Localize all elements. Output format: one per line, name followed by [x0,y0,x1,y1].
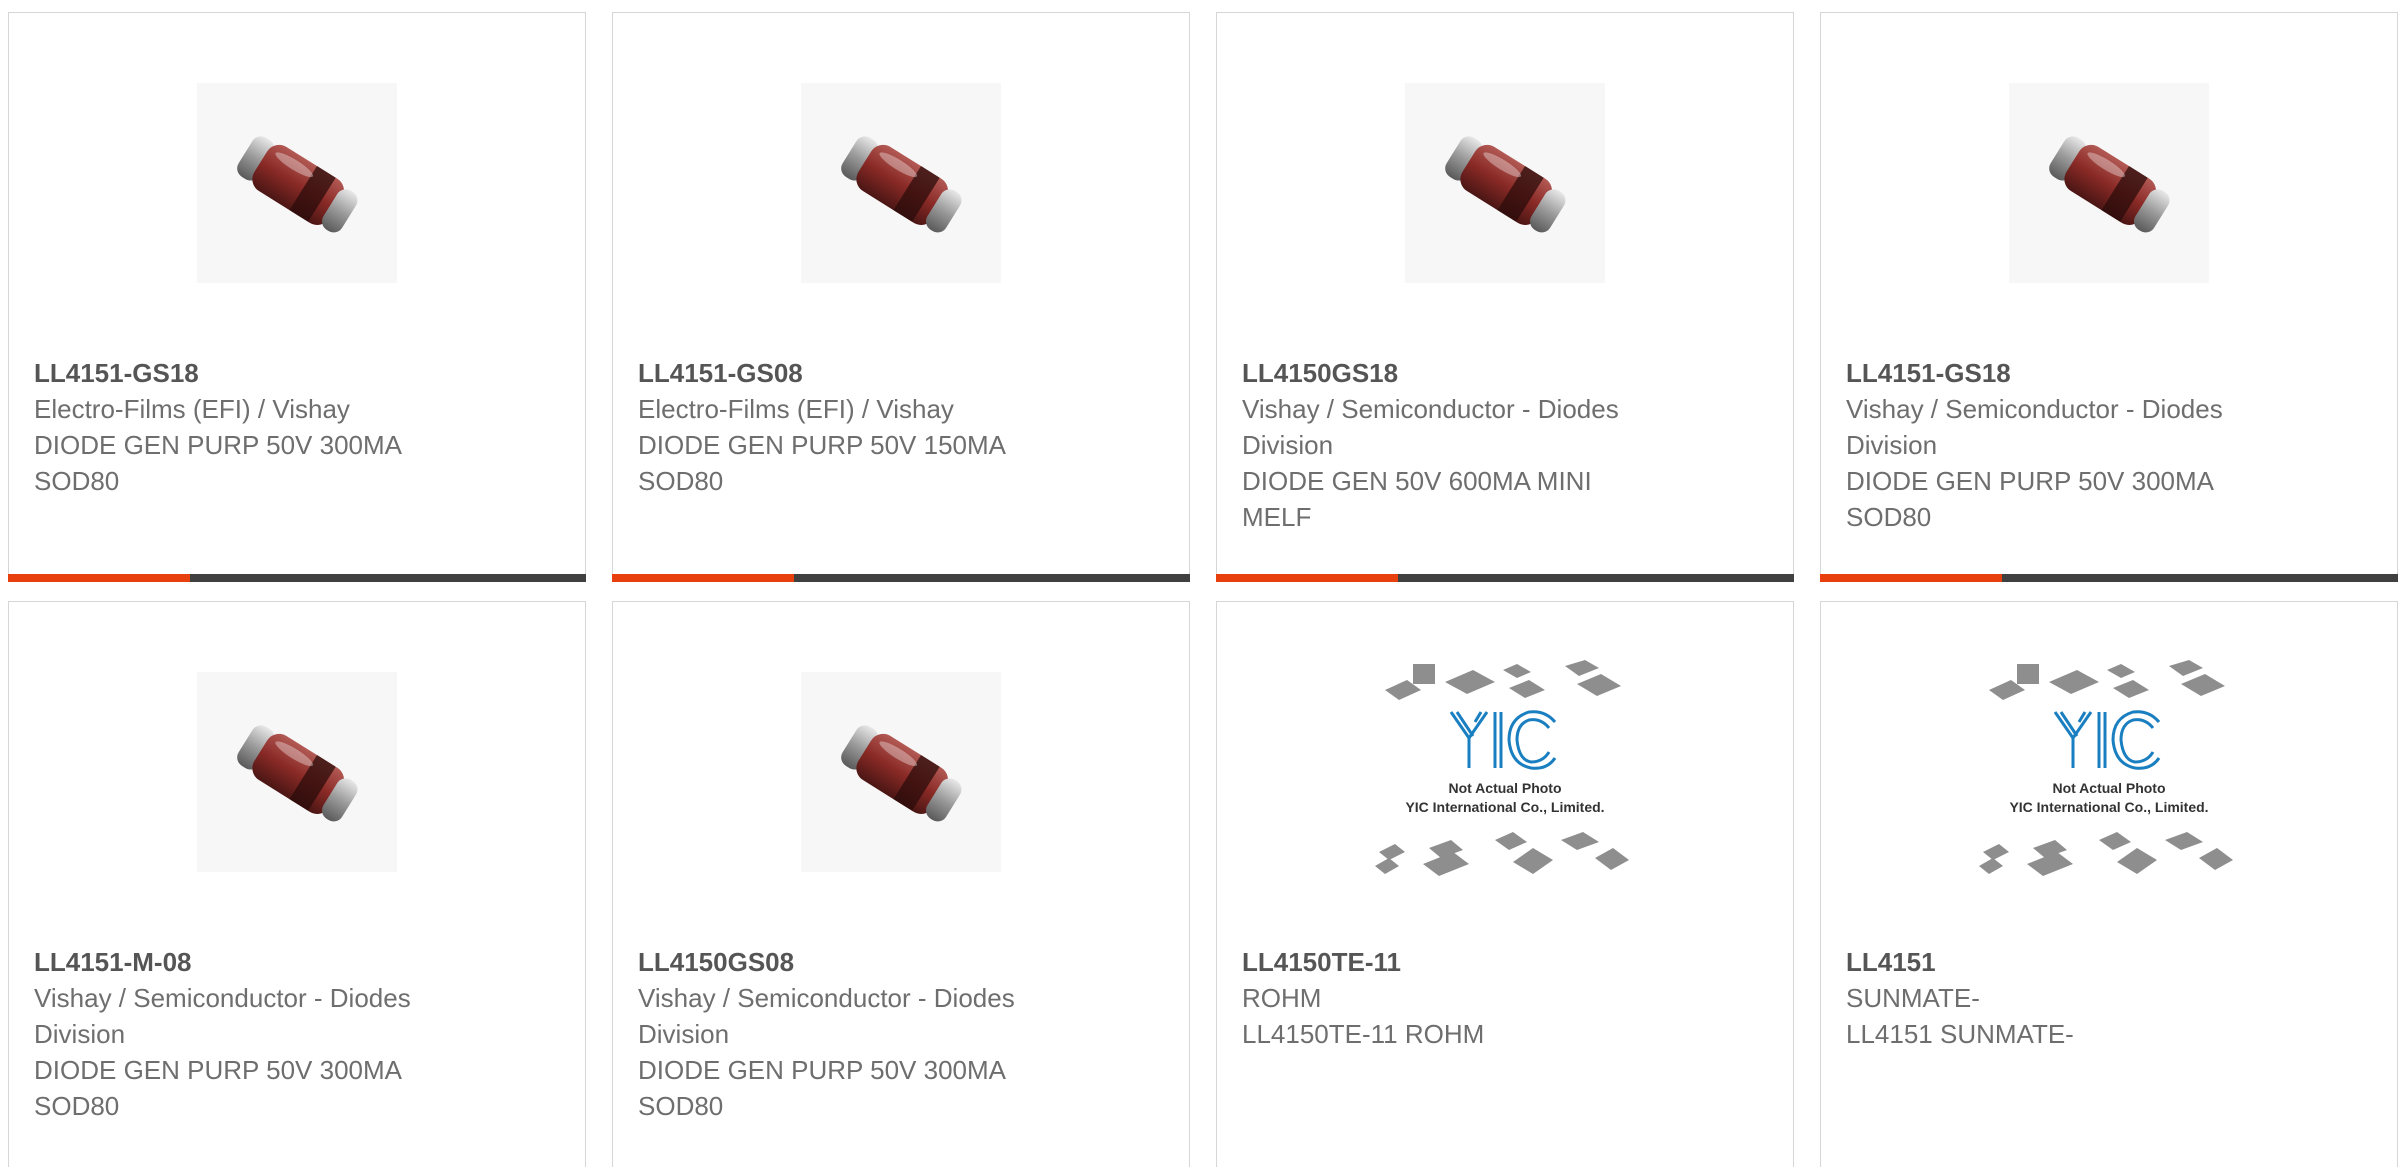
part-number[interactable]: LL4150GS08 [638,944,1169,980]
product-info: LL4150GS08 Vishay / Semiconductor - Diod… [638,944,1169,1124]
product-card[interactable]: LL4151-GS08 Electro-Films (EFI) / Vishay… [612,12,1190,582]
product-info: LL4151-GS18 Vishay / Semiconductor - Dio… [1846,355,2377,535]
product-info: LL4150TE-11 ROHM LL4150TE-11 ROHM [1242,944,1773,1052]
description: LL4151 SUNMATE- [1846,1019,2074,1049]
part-number[interactable]: LL4151-GS18 [1846,355,2377,391]
part-number[interactable]: LL4151-GS08 [638,355,1169,391]
manufacturer-cont: Division [1242,430,1334,460]
description: DIODE GEN PURP 50V 150MA [638,430,1006,460]
product-info: LL4151-GS18 Electro-Films (EFI) / Vishay… [34,355,565,499]
product-card[interactable]: LL4151-GS18 Vishay / Semiconductor - Dio… [1820,12,2398,582]
product-card[interactable]: LL4151-M-08 Vishay / Semiconductor - Dio… [8,601,586,1167]
description: DIODE GEN 50V 600MA MINI [1242,466,1592,496]
placeholder-caption-line2: YIC International Co., Limited. [1405,799,1604,815]
manufacturer: Vishay / Semiconductor - Diodes [34,983,411,1013]
part-number[interactable]: LL4151-GS18 [34,355,565,391]
package: SOD80 [34,1091,120,1121]
card-bottom-bar [1820,574,2398,582]
product-card[interactable]: LL4150GS08 Vishay / Semiconductor - Diod… [612,601,1190,1167]
manufacturer-cont: Division [638,1019,730,1049]
manufacturer: Electro-Films (EFI) / Vishay [34,394,350,424]
placeholder-caption-line2: YIC International Co., Limited. [2009,799,2208,815]
not-actual-photo-placeholder: Not Actual Photo YIC International Co., … [1979,660,2233,876]
product-info: LL4151-GS08 Electro-Films (EFI) / Vishay… [638,355,1169,499]
product-image[interactable] [1821,73,2397,293]
diode-melf-icon [801,672,1001,872]
card-accent-bar [1216,574,1398,582]
manufacturer: Vishay / Semiconductor - Diodes [1846,394,2223,424]
product-grid: LL4151-GS18 Electro-Films (EFI) / Vishay… [0,0,2400,1167]
manufacturer: Vishay / Semiconductor - Diodes [638,983,1015,1013]
manufacturer: Vishay / Semiconductor - Diodes [1242,394,1619,424]
description: DIODE GEN PURP 50V 300MA [1846,466,2214,496]
product-image[interactable] [613,662,1189,882]
manufacturer: ROHM [1242,983,1322,1013]
manufacturer-cont: Division [1846,430,1938,460]
card-accent-bar [612,574,794,582]
product-image[interactable]: Not Actual Photo YIC International Co., … [1821,660,2397,882]
diode-melf-icon [1405,83,1605,283]
description: DIODE GEN PURP 50V 300MA [34,430,402,460]
product-card[interactable]: Not Actual Photo YIC International Co., … [1820,601,2398,1167]
diode-melf-icon [801,83,1001,283]
package: SOD80 [34,466,120,496]
diode-melf-icon [197,83,397,283]
manufacturer: Electro-Films (EFI) / Vishay [638,394,954,424]
part-number[interactable]: LL4150TE-11 [1242,944,1773,980]
card-accent-bar [1820,574,2002,582]
part-number[interactable]: LL4151 [1846,944,2377,980]
manufacturer-cont: Division [34,1019,126,1049]
placeholder-caption-line1: Not Actual Photo [2052,780,2165,796]
diode-melf-icon [197,672,397,872]
card-bottom-bar [1216,574,1794,582]
product-info: LL4151-M-08 Vishay / Semiconductor - Dio… [34,944,565,1124]
description: DIODE GEN PURP 50V 300MA [34,1055,402,1085]
part-number[interactable]: LL4150GS18 [1242,355,1773,391]
description: LL4150TE-11 ROHM [1242,1019,1485,1049]
product-info: LL4151 SUNMATE- LL4151 SUNMATE- [1846,944,2377,1052]
placeholder-caption-line1: Not Actual Photo [1448,780,1561,796]
package: SOD80 [638,1091,724,1121]
card-bottom-bar [612,574,1190,582]
not-actual-photo-placeholder: Not Actual Photo YIC International Co., … [1375,660,1629,876]
product-image[interactable] [613,73,1189,293]
product-info: LL4150GS18 Vishay / Semiconductor - Diod… [1242,355,1773,535]
product-card[interactable]: Not Actual Photo YIC International Co., … [1216,601,1794,1167]
package: SOD80 [638,466,724,496]
package: SOD80 [1846,502,1932,532]
description: DIODE GEN PURP 50V 300MA [638,1055,1006,1085]
manufacturer: SUNMATE- [1846,983,1980,1013]
card-bottom-bar [8,574,586,582]
part-number[interactable]: LL4151-M-08 [34,944,565,980]
product-image[interactable] [9,73,585,293]
product-card[interactable]: LL4151-GS18 Electro-Films (EFI) / Vishay… [8,12,586,582]
card-accent-bar [8,574,190,582]
product-image[interactable] [9,662,585,882]
diode-melf-icon [2009,83,2209,283]
description-cont: MELF [1242,502,1312,532]
product-image[interactable] [1217,73,1793,293]
product-image[interactable]: Not Actual Photo YIC International Co., … [1217,660,1793,882]
product-card[interactable]: LL4150GS18 Vishay / Semiconductor - Diod… [1216,12,1794,582]
